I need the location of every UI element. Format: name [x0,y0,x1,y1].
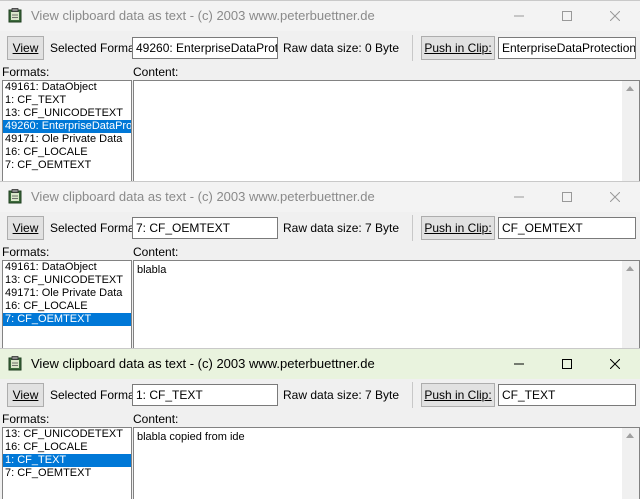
maximize-button[interactable] [544,349,590,379]
push-in-clip-button[interactable]: Push in Clip: [421,216,495,240]
formats-list[interactable]: 49161: DataObject 13: CF_UNICODETEXT 49171… [2,260,132,349]
raw-data-size: Raw data size: 0 Byte [283,41,400,55]
view-button-label: View [12,221,39,235]
format-list-item[interactable]: 49161: DataObject [3,81,131,94]
format-list-item[interactable]: 7: CF_OEMTEXT [3,313,131,326]
content-text: blabla [137,264,167,276]
selected-format-label: Selected Format: [50,388,142,402]
selected-format-field[interactable]: 49260: EnterpriseDataProtec [132,37,278,59]
clipboard-icon [8,356,22,371]
close-button[interactable] [592,349,638,379]
content-area[interactable]: blabla [133,260,640,349]
clipboard-icon [8,189,22,204]
clipboard-viewer-window-2: View clipboard data as text - (c) 2003 w… [0,181,640,349]
title-bar[interactable]: View clipboard data as text - (c) 2003 w… [0,182,640,212]
format-list-item[interactable]: 7: CF_OEMTEXT [3,467,131,480]
format-list-item[interactable]: 49161: DataObject [3,261,131,274]
formats-label: Formats: [2,65,50,79]
view-button[interactable]: View [7,216,44,240]
push-in-clip-label: Push in Clip: [424,388,492,402]
format-list-item[interactable]: 16: CF_LOCALE [3,441,131,454]
formats-label: Formats: [2,245,50,259]
window-title: View clipboard data as text - (c) 2003 w… [31,189,375,204]
maximize-button[interactable] [544,1,590,31]
scroll-up-icon[interactable] [626,86,634,91]
content-label: Content: [133,65,179,79]
minimize-icon [514,196,524,198]
content-scrollbar[interactable] [622,81,639,182]
format-list-item[interactable]: 49171: Ole Private Data [3,287,131,300]
format-list-item[interactable]: 13: CF_UNICODETEXT [3,274,131,287]
content-scrollbar[interactable] [622,261,639,349]
view-button-label: View [12,388,39,402]
format-list-item[interactable]: 13: CF_UNICODETEXT [3,428,131,441]
push-in-clip-field[interactable]: CF_OEMTEXT [498,217,636,239]
format-list-item[interactable]: 13: CF_UNICODETEXT [3,107,131,120]
close-icon [610,192,620,202]
formats-label: Formats: [2,412,50,426]
title-bar[interactable]: View clipboard data as text - (c) 2003 w… [0,1,640,31]
minimize-button[interactable] [496,1,542,31]
maximize-button[interactable] [544,182,590,212]
selected-format-field[interactable]: 7: CF_OEMTEXT [132,217,278,239]
clipboard-icon [8,8,22,23]
content-label: Content: [133,245,179,259]
content-area[interactable] [133,80,640,182]
minimize-button[interactable] [496,349,542,379]
close-button[interactable] [592,182,638,212]
view-button[interactable]: View [7,383,44,407]
formats-list[interactable]: 13: CF_UNICODETEXT 16: CF_LOCALE 1: CF_TEX… [2,427,132,499]
format-list-item[interactable]: 16: CF_LOCALE [3,146,131,159]
format-list-item[interactable]: 1: CF_TEXT [3,454,131,467]
push-in-clip-button[interactable]: Push in Clip: [421,36,495,60]
toolbar-separator [412,35,413,61]
scroll-up-icon[interactable] [626,266,634,271]
push-in-clip-button[interactable]: Push in Clip: [421,383,495,407]
push-in-clip-field[interactable]: EnterpriseDataProtectionId [498,37,636,59]
push-in-clip-label: Push in Clip: [424,221,492,235]
format-list-item[interactable]: 16: CF_LOCALE [3,300,131,313]
push-in-clip-field[interactable]: CF_TEXT [498,384,636,406]
window-title: View clipboard data as text - (c) 2003 w… [31,356,375,371]
view-button[interactable]: View [7,36,44,60]
selected-format-field[interactable]: 1: CF_TEXT [132,384,278,406]
close-icon [610,359,620,369]
close-button[interactable] [592,1,638,31]
scroll-up-icon[interactable] [626,433,634,438]
view-button-label: View [12,41,39,55]
format-list-item[interactable]: 1: CF_TEXT [3,94,131,107]
raw-data-size: Raw data size: 7 Byte [283,221,400,235]
title-bar[interactable]: View clipboard data as text - (c) 2003 w… [0,349,640,379]
clipboard-viewer-window-3: View clipboard data as text - (c) 2003 w… [0,348,640,499]
maximize-icon [562,11,572,21]
minimize-icon [514,363,524,365]
selected-format-label: Selected Format: [50,221,142,235]
toolbar-separator [412,382,413,408]
content-label: Content: [133,412,179,426]
minimize-icon [514,15,524,17]
minimize-button[interactable] [496,182,542,212]
window-title: View clipboard data as text - (c) 2003 w… [31,8,375,23]
clipboard-viewer-window-1: View clipboard data as text - (c) 2003 w… [0,0,640,182]
format-list-item[interactable]: 7: CF_OEMTEXT [3,159,131,172]
push-in-clip-label: Push in Clip: [424,41,492,55]
toolbar-separator [412,215,413,241]
content-text: blabla copied from ide [137,431,245,443]
maximize-icon [562,359,572,369]
maximize-icon [562,192,572,202]
selected-format-label: Selected Format: [50,41,142,55]
raw-data-size: Raw data size: 7 Byte [283,388,400,402]
formats-list[interactable]: 49161: DataObject 1: CF_TEXT 13: CF_UNICOD… [2,80,132,182]
format-list-item[interactable]: 49171: Ole Private Data [3,133,131,146]
content-scrollbar[interactable] [622,428,639,499]
close-icon [610,11,620,21]
content-area[interactable]: blabla copied from ide [133,427,640,499]
format-list-item[interactable]: 49260: EnterpriseDataPro [3,120,131,133]
